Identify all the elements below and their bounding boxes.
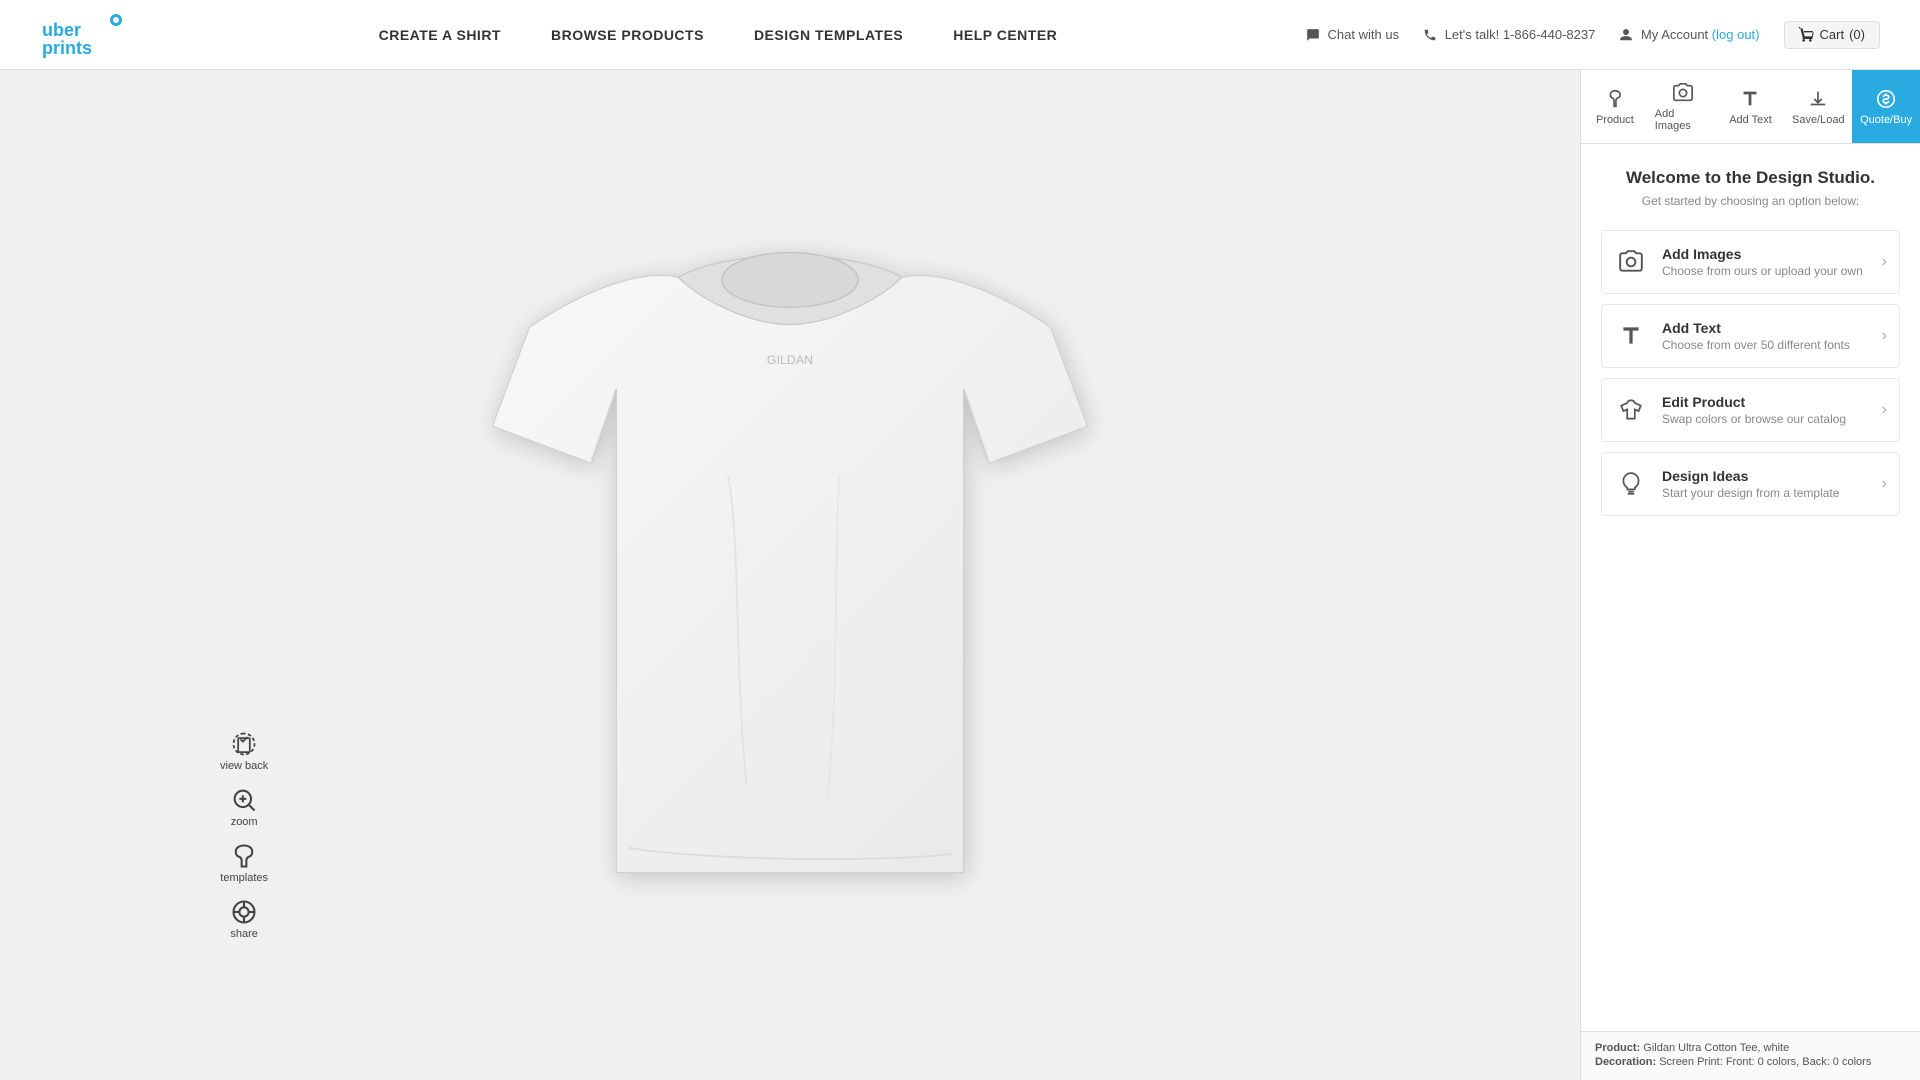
product-info: Product: Gildan Ultra Cotton Tee, white <box>1595 1042 1906 1054</box>
tab-add-images[interactable]: Add Images <box>1649 70 1717 143</box>
menu-item-add-images-title: Add Images <box>1662 246 1882 262</box>
menu-item-edit-product[interactable]: Edit Product Swap colors or browse our c… <box>1601 378 1900 442</box>
account-link[interactable]: My Account (log out) <box>1619 27 1759 43</box>
svg-text:GILDAN: GILDAN <box>767 353 813 367</box>
menu-item-edit-product-subtitle: Swap colors or browse our catalog <box>1662 412 1882 426</box>
decoration-info: Decoration: Screen Print: Front: 0 color… <box>1595 1056 1906 1068</box>
cart-button[interactable]: Cart (0) <box>1784 21 1880 49</box>
tab-add-text[interactable]: Add Text <box>1717 70 1785 143</box>
canvas-area: view back zoom templates <box>0 70 1580 1080</box>
nav-create[interactable]: CREATE A SHIRT <box>379 27 501 43</box>
lightbulb-icon <box>1614 467 1648 501</box>
nav-browse[interactable]: BROWSE PRODUCTS <box>551 27 704 43</box>
shirt-icon <box>1614 393 1648 427</box>
right-footer: Product: Gildan Ultra Cotton Tee, white … <box>1581 1031 1920 1080</box>
welcome-panel: Welcome to the Design Studio. Get starte… <box>1581 144 1920 1031</box>
nav-help[interactable]: HELP CENTER <box>953 27 1057 43</box>
logout-link[interactable]: (log out) <box>1712 27 1760 42</box>
svg-text:prints: prints <box>42 38 92 58</box>
toolbar-tabs: Product Add Images Add Text <box>1581 70 1920 144</box>
view-back-button[interactable]: view back <box>220 730 268 772</box>
text-icon <box>1614 319 1648 353</box>
zoom-button[interactable]: zoom <box>230 786 258 828</box>
menu-item-design-ideas-subtitle: Start your design from a template <box>1662 486 1882 500</box>
menu-item-add-text-subtitle: Choose from over 50 different fonts <box>1662 338 1882 352</box>
header-right: Chat with us Let's talk! 1-866-440-8237 … <box>1306 21 1880 49</box>
camera-icon <box>1614 245 1648 279</box>
main-nav: CREATE A SHIRT BROWSE PRODUCTS DESIGN TE… <box>379 27 1058 43</box>
svg-text:uber: uber <box>42 20 81 40</box>
nav-design[interactable]: DESIGN TEMPLATES <box>754 27 903 43</box>
welcome-subtitle: Get started by choosing an option below: <box>1601 194 1900 208</box>
chevron-right-icon: › <box>1882 475 1887 493</box>
chevron-right-icon: › <box>1882 327 1887 345</box>
menu-item-add-images[interactable]: Add Images Choose from ours or upload yo… <box>1601 230 1900 294</box>
logo[interactable]: uber prints <box>40 10 130 60</box>
header: uber prints CREATE A SHIRT BROWSE PRODUC… <box>0 0 1920 70</box>
templates-button[interactable]: templates <box>220 842 268 884</box>
main-layout: view back zoom templates <box>0 70 1920 1080</box>
menu-item-add-text[interactable]: Add Text Choose from over 50 different f… <box>1601 304 1900 368</box>
phone-link[interactable]: Let's talk! 1-866-440-8237 <box>1423 27 1595 43</box>
tshirt-preview: GILDAN <box>480 215 1100 935</box>
chevron-right-icon: › <box>1882 253 1887 271</box>
menu-item-design-ideas[interactable]: Design Ideas Start your design from a te… <box>1601 452 1900 516</box>
tab-product[interactable]: Product <box>1581 70 1649 143</box>
welcome-title: Welcome to the Design Studio. <box>1601 168 1900 188</box>
share-button[interactable]: share <box>230 898 258 940</box>
menu-item-add-text-title: Add Text <box>1662 320 1882 336</box>
right-panel: Product Add Images Add Text <box>1580 70 1920 1080</box>
menu-item-design-ideas-title: Design Ideas <box>1662 468 1882 484</box>
left-sidebar: view back zoom templates <box>220 730 268 940</box>
menu-item-edit-product-title: Edit Product <box>1662 394 1882 410</box>
tab-quote-buy[interactable]: Quote/Buy <box>1852 70 1920 143</box>
menu-item-add-images-subtitle: Choose from ours or upload your own <box>1662 264 1882 278</box>
chevron-right-icon: › <box>1882 401 1887 419</box>
tab-save-load[interactable]: Save/Load <box>1784 70 1852 143</box>
chat-link[interactable]: Chat with us <box>1306 27 1399 43</box>
